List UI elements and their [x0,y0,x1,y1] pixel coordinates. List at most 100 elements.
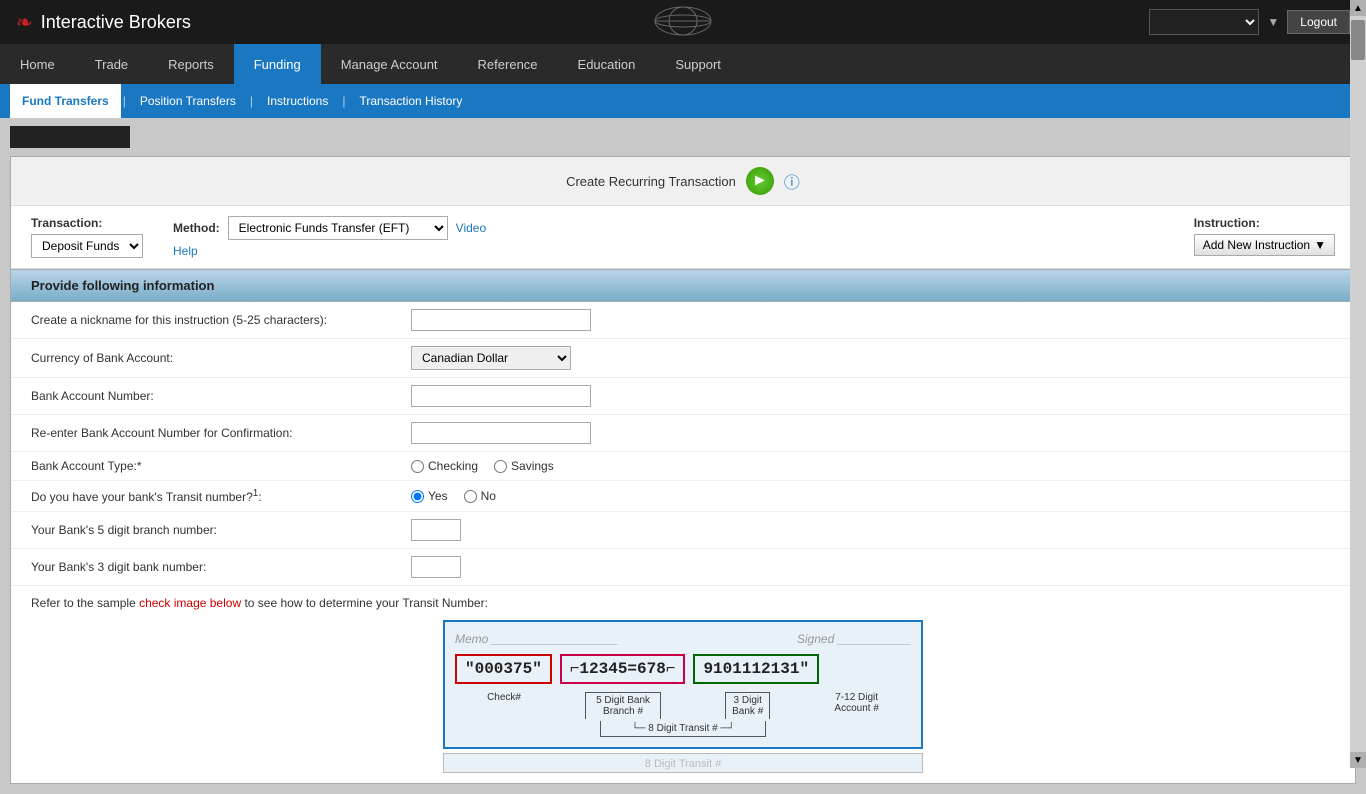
help-link[interactable]: Help [173,244,486,258]
account-info-text: 7-12 DigitAccount # [834,692,878,714]
check-desc-suffix: to see how to determine your Transit Num… [241,596,488,610]
nav-education[interactable]: Education [558,44,656,84]
bank-bracket: 3 DigitBank # [725,692,770,719]
bank-number-row: Your Bank's 3 digit bank number: [11,549,1355,586]
nav-funding[interactable]: Funding [234,44,321,84]
account-number-box: 9101112131" [693,654,819,684]
nav-home[interactable]: Home [0,44,75,84]
nickname-label: Create a nickname for this instruction (… [31,313,411,327]
subnav-transaction-history[interactable]: Transaction History [347,84,474,118]
currency-control: Canadian Dollar US Dollar Euro [411,346,1335,370]
nickname-row: Create a nickname for this instruction (… [11,302,1355,339]
reenter-label: Re-enter Bank Account Number for Confirm… [31,426,411,440]
check-image-wrapper: Memo ___________________ Signed ________… [31,620,1335,749]
account-label [10,126,130,148]
top-bar: ❧ Interactive Brokers ▼ Logout [0,0,1366,44]
branch-input[interactable] [411,519,461,541]
transit-question-row: Do you have your bank's Transit number?1… [11,481,1355,512]
reenter-input[interactable] [411,422,591,444]
transit-bracket-label: └─ 8 Digit Transit # ─┘ [600,721,765,737]
transit-yes-radio[interactable] [411,490,424,503]
account-info: 7-12 DigitAccount # [834,692,878,719]
scroll-down-arrow[interactable]: ▼ [1350,752,1366,768]
bank-number-label: Your Bank's 3 digit bank number: [31,560,411,574]
account-number-label: Bank Account Number: [31,389,411,403]
checking-label[interactable]: Checking [411,459,478,473]
method-label: Method: [173,221,220,235]
nav-reports[interactable]: Reports [148,44,234,84]
video-link[interactable]: Video [456,221,486,235]
ib-logo-icon: ❧ [16,10,33,35]
check-numbers-row: "000375" ⌐12345=678⌐ 9101112131" [455,654,911,684]
check-labels-row: Check# 5 Digit BankBranch # 3 DigitBank … [455,692,911,719]
subnav-position-transfers[interactable]: Position Transfers [128,84,248,118]
check-section: Refer to the sample check image below to… [11,586,1355,783]
bottom-transit-label: 8 Digit Transit # [443,753,923,773]
transit-bracket-row: └─ 8 Digit Transit # ─┘ [455,721,911,737]
savings-radio[interactable] [494,460,507,473]
transit-yes-text: Yes [428,489,448,503]
transit-question-label: Do you have your bank's Transit number?1… [31,488,411,504]
branch-row: Your Bank's 5 digit branch number: [11,512,1355,549]
nav-reference[interactable]: Reference [458,44,558,84]
section-header: Provide following information [11,269,1355,302]
add-instruction-button[interactable]: Add New Instruction ▼ [1194,234,1335,256]
method-top: Method: Electronic Funds Transfer (EFT) … [173,216,486,240]
info-icon[interactable]: ⓘ [784,169,800,193]
instruction-group: Instruction: Add New Instruction ▼ [1194,216,1335,256]
globe-icon [653,6,713,36]
checking-text: Checking [428,459,478,473]
subnav-sep-2: | [250,94,253,108]
savings-label[interactable]: Savings [494,459,554,473]
subnav-fund-transfers[interactable]: Fund Transfers [10,84,121,118]
scroll-up-arrow[interactable]: ▲ [1350,0,1366,16]
check-description: Refer to the sample check image below to… [31,596,1335,610]
form-top-row: Transaction: Deposit Funds Method: Elect… [11,206,1355,269]
transit-no-label[interactable]: No [464,489,496,503]
subnav-instructions[interactable]: Instructions [255,84,340,118]
transit-yes-label[interactable]: Yes [411,489,448,503]
checking-radio[interactable] [411,460,424,473]
recurring-transaction-bar: Create Recurring Transaction ► ⓘ [11,157,1355,206]
branch-label: Your Bank's 5 digit branch number: [31,523,411,537]
check-desc-link[interactable]: check image below [139,596,241,610]
sub-navigation: Fund Transfers | Position Transfers | In… [0,84,1366,118]
transaction-select[interactable]: Deposit Funds [31,234,143,258]
dropdown-arrow: ▼ [1267,15,1279,29]
transaction-label: Transaction: [31,216,143,230]
subnav-sep-1: | [123,94,126,108]
logout-button[interactable]: Logout [1287,10,1350,34]
recurring-go-button[interactable]: ► [746,167,774,195]
nav-trade[interactable]: Trade [75,44,148,84]
nickname-input[interactable] [411,309,591,331]
scroll-thumb[interactable] [1351,20,1365,60]
bank-number-input[interactable] [411,556,461,578]
nav-support[interactable]: Support [655,44,741,84]
add-instruction-label: Add New Instruction [1203,238,1310,252]
transit-no-radio[interactable] [464,490,477,503]
savings-text: Savings [511,459,554,473]
add-instruction-arrow: ▼ [1314,238,1326,252]
reenter-row: Re-enter Bank Account Number for Confirm… [11,415,1355,452]
recurring-label: Create Recurring Transaction [566,174,736,189]
check-image-box: Memo ___________________ Signed ________… [443,620,923,749]
method-select[interactable]: Electronic Funds Transfer (EFT) [228,216,448,240]
nav-manage-account[interactable]: Manage Account [321,44,458,84]
main-content: Create Recurring Transaction ► ⓘ Transac… [0,156,1366,794]
account-number-control [411,385,1335,407]
account-selector[interactable] [1149,9,1259,35]
main-navigation: Home Trade Reports Funding Manage Accoun… [0,44,1366,84]
logo-text: Interactive Brokers [41,12,191,33]
account-label-bar [0,118,1366,156]
transit-control: Yes No [411,489,1335,503]
transit-no-text: No [481,489,496,503]
check-hash-label: Check# [487,692,521,719]
account-type-label: Bank Account Type:* [31,459,411,473]
account-number-input[interactable] [411,385,591,407]
transaction-group: Transaction: Deposit Funds [31,216,143,258]
currency-select[interactable]: Canadian Dollar US Dollar Euro [411,346,571,370]
transit-number-box: ⌐12345=678⌐ [560,654,686,684]
method-group: Method: Electronic Funds Transfer (EFT) … [173,216,486,258]
check-desc-prefix: Refer to the sample [31,596,139,610]
branch-info: 5 Digit BankBranch # [585,692,661,719]
